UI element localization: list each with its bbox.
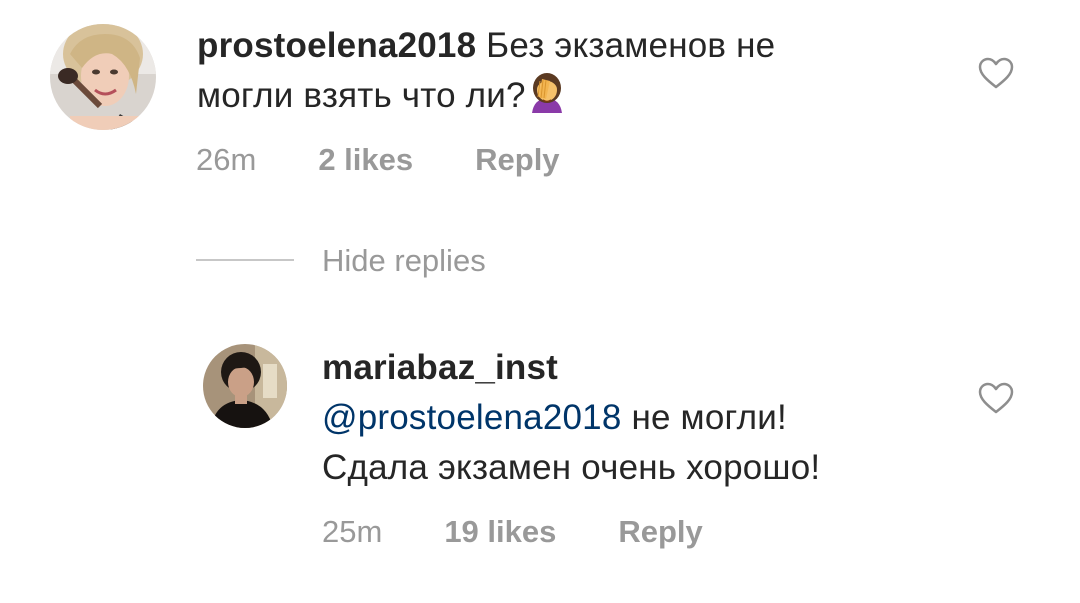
reply-mention-link[interactable]: @prostoelena2018 [322, 398, 622, 437]
reply-reply-button[interactable]: Reply [618, 514, 702, 550]
comment-likes-link[interactable]: 2 likes [318, 142, 413, 178]
comment-time: 26m [196, 142, 257, 177]
hide-replies-divider [196, 259, 294, 261]
reply-meta: 25m 19 likes Reply [322, 512, 703, 552]
comment-text: prostoelena2018 Без экзаменов не могли в… [197, 21, 775, 121]
reply-text: mariabaz_inst @prostoelena2018 не могли!… [322, 343, 820, 493]
like-comment-heart-icon[interactable] [977, 56, 1015, 90]
reply-time: 25m [322, 514, 383, 549]
comment-text-line1: Без экзаменов не [476, 26, 776, 65]
comment-text-line2: могли взять что ли? [197, 76, 526, 115]
reply-text-line3: Сдала экзамен очень хорошо! [322, 448, 821, 487]
avatar-mariabaz_inst[interactable] [203, 344, 287, 428]
hide-replies-button[interactable]: Hide replies [322, 243, 486, 279]
comment-username[interactable]: prostoelena2018 [197, 26, 476, 65]
avatar-prostoelena2018[interactable] [50, 24, 156, 130]
comment-reply-button[interactable]: Reply [475, 142, 559, 178]
woman-facepalming-icon [526, 71, 568, 113]
reply-username[interactable]: mariabaz_inst [322, 348, 558, 387]
comment-meta: 26m 2 likes Reply [196, 140, 560, 180]
reply-text-line2: не могли! [621, 398, 787, 437]
like-reply-heart-icon[interactable] [977, 381, 1015, 415]
reply-likes-link[interactable]: 19 likes [444, 514, 556, 550]
